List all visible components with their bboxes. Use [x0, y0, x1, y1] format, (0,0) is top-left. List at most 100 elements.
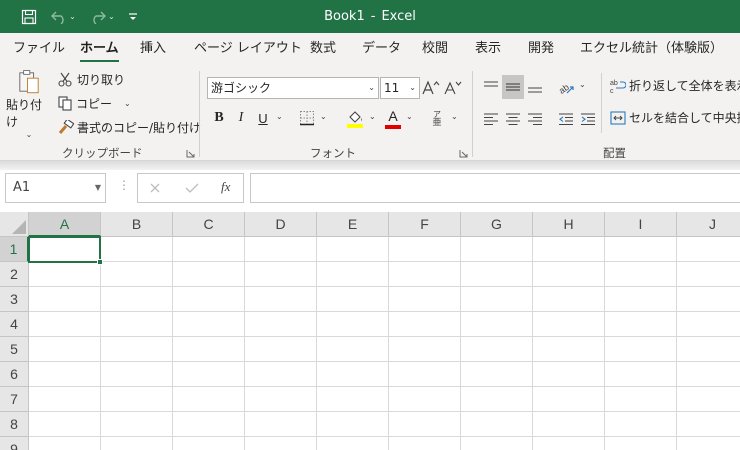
svg-text:ab: ab [557, 82, 571, 95]
dialog-launcher-icon[interactable] [186, 149, 195, 158]
fill-color-icon [347, 111, 363, 128]
ribbon-tabs: ファイル ホーム 挿入 ページ レイアウト 数式 データ 校閲 表示 開発 エク… [0, 33, 740, 65]
column-header-i[interactable]: I [605, 212, 677, 237]
align-center-button[interactable] [502, 107, 524, 131]
insert-function-button[interactable]: fx [221, 179, 230, 195]
font-name-value: 游ゴシック [211, 81, 272, 95]
align-top-icon [484, 81, 498, 87]
merge-center-button[interactable]: セルを結合して中央揃え [610, 109, 740, 126]
row-header-2[interactable]: 2 [0, 262, 29, 287]
chevron-down-icon[interactable]: ⌄ [406, 112, 413, 121]
row-header-9[interactable]: 9 [0, 437, 29, 450]
grid-line [29, 436, 740, 437]
column-header-e[interactable]: E [317, 212, 389, 237]
align-right-icon [528, 113, 542, 125]
grid-line [29, 336, 740, 337]
paste-label: 貼り付け [6, 98, 43, 129]
copy-button[interactable]: コピー ⌄ [58, 95, 131, 112]
format-painter-button[interactable]: 書式のコピー/貼り付け [58, 119, 201, 136]
grid-line [29, 286, 740, 287]
select-all-icon [12, 220, 26, 234]
chevron-down-icon[interactable]: ⌄ [369, 112, 376, 121]
align-top-button[interactable] [480, 75, 502, 99]
column-header-b[interactable]: B [101, 212, 173, 237]
chevron-down-icon[interactable]: ⌄ [579, 80, 586, 89]
decrease-font-size-button[interactable] [444, 77, 462, 99]
row-header-3[interactable]: 3 [0, 287, 29, 312]
increase-font-size-button[interactable] [422, 77, 440, 99]
increase-indent-button[interactable] [577, 107, 599, 131]
font-size-value: 11 [384, 81, 400, 95]
name-box[interactable]: A1 ▼ [5, 173, 106, 203]
cancel-icon[interactable] [149, 182, 161, 194]
column-header-h[interactable]: H [533, 212, 605, 237]
borders-icon [300, 111, 314, 126]
column-header-g[interactable]: G [461, 212, 533, 237]
grid-line [388, 237, 389, 450]
decrease-indent-button[interactable] [555, 107, 577, 131]
row-header-6[interactable]: 6 [0, 362, 29, 387]
enter-icon[interactable] [185, 182, 199, 194]
font-color-button[interactable]: A [382, 107, 404, 131]
paste-button[interactable]: 貼り付け ⌄ [6, 69, 52, 139]
column-header-j[interactable]: J [677, 212, 740, 237]
row-header-8[interactable]: 8 [0, 412, 29, 437]
chevron-down-icon[interactable]: ⌄ [368, 78, 375, 98]
font-size-select[interactable]: 11 ⌄ [380, 77, 420, 99]
tab-insert[interactable]: 挿入 [140, 33, 166, 65]
chevron-down-icon[interactable]: ⌄ [451, 112, 458, 121]
grid-line [100, 237, 101, 450]
chevron-down-icon[interactable]: ⌄ [26, 130, 33, 139]
column-header-f[interactable]: F [389, 212, 461, 237]
column-header-d[interactable]: D [245, 212, 317, 237]
chevron-down-icon[interactable]: ⌄ [276, 112, 283, 121]
tab-developer[interactable]: 開発 [528, 33, 554, 65]
chevron-down-icon[interactable]: ⌄ [320, 112, 327, 121]
selected-cell-a1[interactable] [28, 236, 103, 265]
cell-area[interactable] [28, 236, 740, 450]
tab-file[interactable]: ファイル [13, 33, 65, 65]
tab-excel-statistics[interactable]: エクセル統計（体験版） [580, 33, 723, 65]
fill-handle[interactable] [97, 259, 103, 265]
row-header-4[interactable]: 4 [0, 312, 29, 337]
chevron-down-icon[interactable]: ▼ [95, 174, 101, 202]
chevron-down-icon[interactable]: ⌄ [409, 78, 416, 98]
font-name-select[interactable]: 游ゴシック ⌄ [207, 77, 379, 99]
align-left-button[interactable] [480, 107, 502, 131]
tab-review[interactable]: 校閲 [422, 33, 448, 65]
wrap-text-button[interactable]: abc 折り返して全体を表示す [610, 77, 740, 94]
tab-home[interactable]: ホーム [80, 33, 119, 65]
scissors-icon [58, 72, 72, 87]
column-header-c[interactable]: C [173, 212, 245, 237]
fill-color-button[interactable] [344, 107, 366, 131]
borders-button[interactable] [296, 107, 318, 129]
italic-button[interactable]: I [232, 107, 250, 129]
tab-page-layout[interactable]: ページ レイアウト [194, 33, 302, 65]
dialog-launcher-icon[interactable] [459, 149, 468, 158]
row-header-7[interactable]: 7 [0, 387, 29, 412]
paste-icon [19, 70, 39, 94]
tab-data[interactable]: データ [362, 33, 401, 65]
underline-button[interactable]: U [254, 107, 272, 129]
merge-center-icon [610, 110, 626, 125]
align-right-button[interactable] [524, 107, 546, 131]
grid-line [172, 237, 173, 450]
cut-button[interactable]: 切り取り [58, 71, 125, 88]
bold-button[interactable]: B [210, 107, 228, 129]
splitter-icon[interactable]: ⋮ [118, 178, 130, 192]
group-divider [601, 73, 602, 133]
grid-line [460, 237, 461, 450]
phonetic-button[interactable]: ア 亜 [428, 107, 446, 131]
formula-input[interactable] [250, 173, 740, 203]
align-bottom-icon [528, 87, 542, 93]
orientation-button[interactable]: ab [555, 75, 577, 99]
column-header-a[interactable]: A [29, 212, 101, 237]
chevron-down-icon[interactable]: ⌄ [124, 99, 131, 108]
align-bottom-button[interactable] [524, 75, 546, 99]
align-middle-button[interactable] [502, 75, 524, 99]
row-header-5[interactable]: 5 [0, 337, 29, 362]
tab-view[interactable]: 表示 [475, 33, 501, 65]
tab-formulas[interactable]: 数式 [310, 33, 336, 65]
row-header-1[interactable]: 1 [0, 237, 29, 262]
select-all-button[interactable] [0, 212, 29, 237]
